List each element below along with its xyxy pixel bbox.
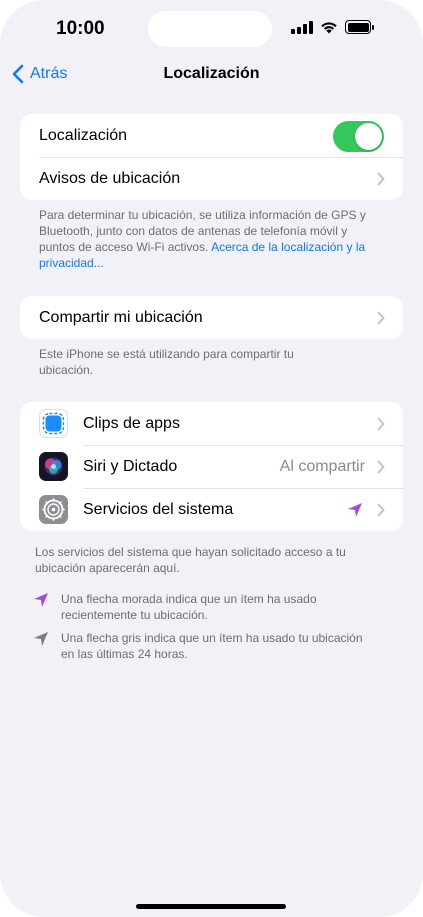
legend-gray-text: Una flecha gris indica que un ítem ha us… (61, 631, 363, 661)
siri-icon (39, 452, 68, 481)
legend-purple-text: Una flecha morada indica que un ítem ha … (61, 592, 317, 622)
app-clips-label: Clips de apps (83, 414, 180, 432)
legend-item-purple: Una flecha morada indica que un ítem ha … (33, 591, 373, 623)
share-footnote: Este iPhone se está utilizando para comp… (39, 347, 294, 377)
settings-gear-icon (39, 495, 68, 524)
location-arrow-gray-icon (34, 632, 48, 646)
home-indicator[interactable] (136, 904, 286, 909)
page-title: Localización (163, 65, 260, 82)
system-services-row[interactable]: Servicios del sistema (20, 488, 403, 531)
phone-screen: 10:00 Atrás Localización Localización Av… (0, 0, 423, 917)
location-alerts-label: Avisos de ubicación (39, 169, 181, 187)
location-toggle[interactable] (333, 121, 384, 152)
location-toggle-row: Localización (20, 114, 403, 157)
location-settings-group: Localización Avisos de ubicación (20, 114, 403, 200)
chevron-right-icon (377, 172, 385, 186)
dynamic-island (148, 11, 272, 47)
navigation-bar: Atrás Localización (0, 60, 423, 90)
wifi-icon (321, 21, 337, 33)
siri-label: Siri y Dictado (83, 457, 178, 475)
location-arrow-purple-icon (348, 503, 362, 517)
location-alerts-row[interactable]: Avisos de ubicación (20, 157, 403, 200)
location-footnote: Para determinar tu ubicación, se utiliza… (39, 207, 369, 271)
share-location-row[interactable]: Compartir mi ubicación (20, 296, 403, 339)
apps-group: Clips de apps Siri y Dictado Al comparti… (20, 402, 403, 531)
location-arrow-purple-icon (34, 593, 48, 607)
chevron-right-icon (377, 460, 385, 474)
chevron-right-icon (377, 503, 385, 517)
legend-item-gray: Una flecha gris indica que un ítem ha us… (33, 630, 373, 662)
location-toggle-label: Localización (39, 126, 128, 144)
battery-icon (345, 20, 374, 34)
app-clips-icon (39, 409, 68, 438)
siri-row[interactable]: Siri y Dictado Al compartir (20, 445, 403, 488)
share-location-group: Compartir mi ubicación (20, 296, 403, 339)
chevron-right-icon (377, 311, 385, 325)
chevron-right-icon (377, 417, 385, 431)
apps-footnote: Los servicios del sistema que hayan soli… (35, 545, 346, 575)
status-icons (291, 20, 374, 34)
siri-value: Al compartir (279, 457, 365, 475)
status-time: 10:00 (56, 18, 105, 39)
share-location-label: Compartir mi ubicación (39, 308, 203, 326)
system-services-label: Servicios del sistema (83, 500, 234, 518)
app-clips-row[interactable]: Clips de apps (20, 402, 403, 445)
cellular-signal-icon (291, 20, 313, 34)
